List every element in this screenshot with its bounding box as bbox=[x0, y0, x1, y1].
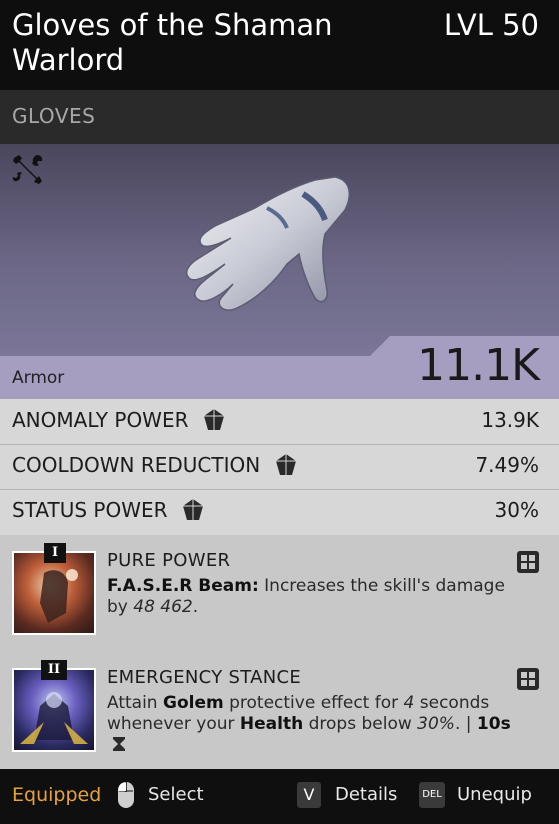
item-header: Gloves of the Shaman Warlord LVL 50 bbox=[0, 0, 559, 90]
mods-list: I PURE POWER F.A.S.E.R Beam: Increases t… bbox=[0, 535, 559, 769]
glove-image bbox=[185, 176, 351, 311]
mod-tier-badge: II bbox=[41, 660, 67, 680]
stat-row-status-power: STATUS POWER 30% bbox=[0, 489, 559, 534]
mod-thumbnail bbox=[12, 668, 96, 752]
mod-pure-power[interactable]: I PURE POWER F.A.S.E.R Beam: Increases t… bbox=[0, 535, 559, 645]
stats-list: ANOMALY POWER 13.9K COOLDOWN REDUCTION 7… bbox=[0, 399, 559, 535]
golem-art-icon bbox=[20, 692, 88, 744]
gem-icon bbox=[203, 408, 224, 430]
gem-icon bbox=[182, 498, 203, 520]
stat-value: 7.49% bbox=[475, 453, 539, 477]
gem-icon bbox=[275, 453, 296, 475]
mod-title: PURE POWER bbox=[107, 550, 231, 571]
footer-action-bar: Equipped Select V Details DEL Unequip bbox=[0, 769, 559, 824]
mod-description: Attain Golem protective effect for 4 sec… bbox=[107, 693, 527, 756]
stat-row-anomaly-power: ANOMALY POWER 13.9K bbox=[0, 399, 559, 445]
details-action[interactable]: Details bbox=[335, 784, 397, 805]
hourglass-icon bbox=[113, 737, 125, 751]
stat-name: STATUS POWER bbox=[12, 498, 168, 522]
unequip-key: DEL bbox=[419, 782, 445, 808]
item-image-panel: Armor 11.1K bbox=[0, 144, 559, 399]
item-name: Gloves of the Shaman Warlord bbox=[12, 8, 333, 77]
mod-grid-icon[interactable] bbox=[517, 551, 539, 573]
armor-label: Armor bbox=[12, 368, 65, 388]
item-type-bar: GLOVES bbox=[0, 90, 559, 144]
mouse-icon bbox=[118, 782, 134, 808]
mod-emergency-stance[interactable]: II EMERGENCY STANCE Attain Golem protect… bbox=[0, 652, 559, 762]
stat-name: ANOMALY POWER bbox=[12, 408, 189, 432]
mod-title: EMERGENCY STANCE bbox=[107, 667, 302, 688]
mod-description: F.A.S.E.R Beam: Increases the skill's da… bbox=[107, 576, 505, 617]
fist-art-icon bbox=[40, 569, 78, 623]
stat-row-cooldown-reduction: COOLDOWN REDUCTION 7.49% bbox=[0, 444, 559, 490]
mod-tier-badge: I bbox=[44, 543, 66, 563]
equipped-status: Equipped bbox=[12, 784, 102, 806]
item-type: GLOVES bbox=[12, 104, 96, 128]
select-action[interactable]: Select bbox=[148, 784, 204, 805]
stat-value: 13.9K bbox=[481, 408, 539, 432]
mod-grid-icon[interactable] bbox=[517, 668, 539, 690]
stat-value: 30% bbox=[494, 498, 539, 522]
stat-name: COOLDOWN REDUCTION bbox=[12, 453, 261, 477]
mod-thumbnail bbox=[12, 551, 96, 635]
item-level: LVL 50 bbox=[443, 8, 539, 42]
item-tooltip-card: Gloves of the Shaman Warlord LVL 50 GLOV… bbox=[0, 0, 559, 824]
unequip-action[interactable]: Unequip bbox=[457, 784, 532, 805]
crossed-tools-icon bbox=[12, 155, 43, 184]
armor-value: 11.1K bbox=[417, 340, 540, 391]
details-key: V bbox=[297, 782, 321, 808]
